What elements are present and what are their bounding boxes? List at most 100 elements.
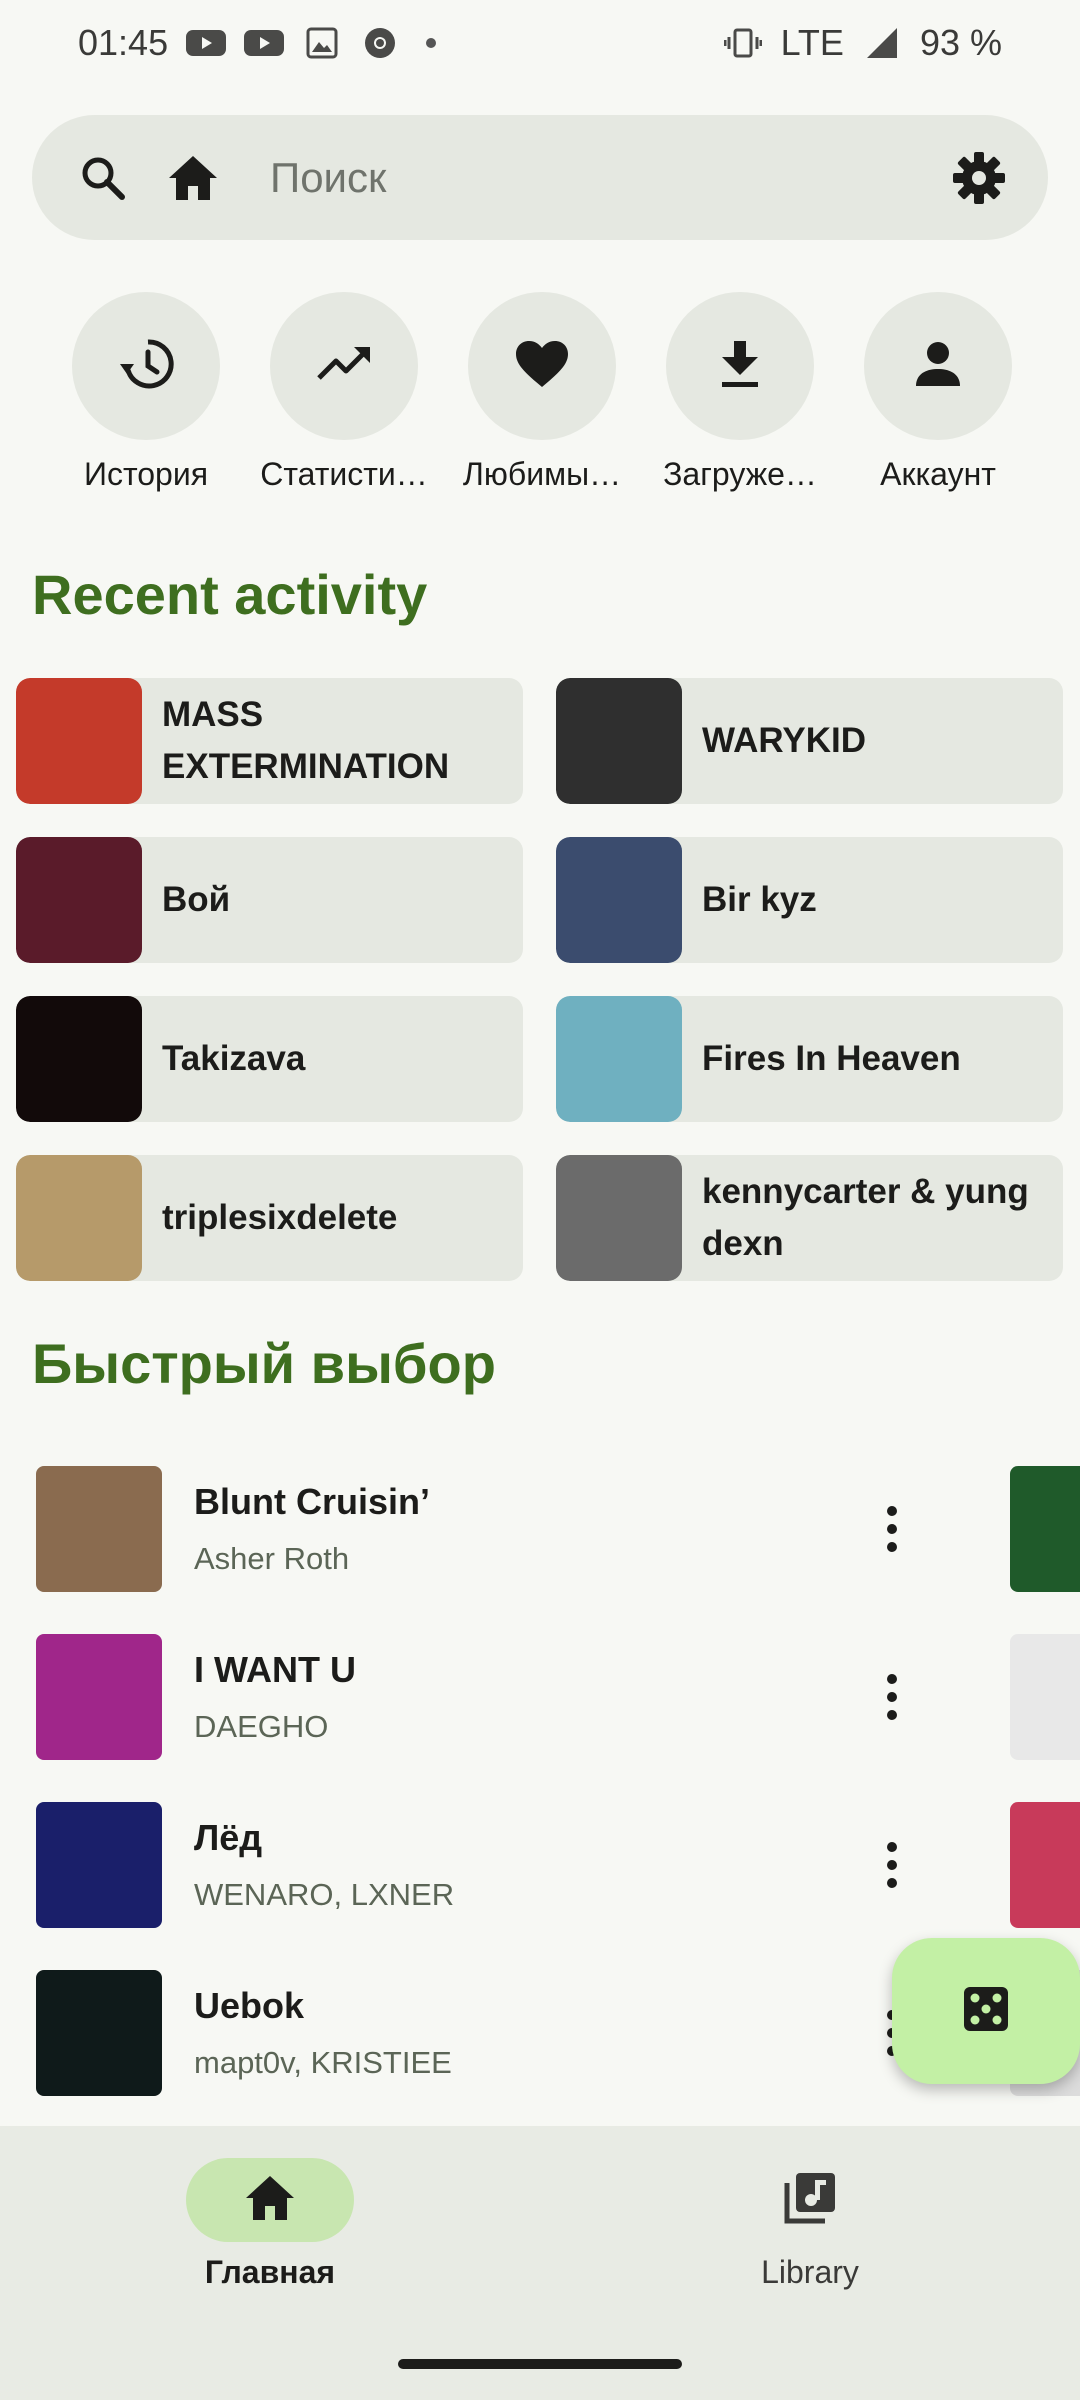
battery-level: 93 % [919, 22, 1002, 63]
album-thumbnail [16, 678, 142, 804]
quick-pick-title: Быстрый выбор [32, 1332, 496, 1395]
recent-card[interactable]: Takizava [16, 996, 523, 1122]
recent-card[interactable]: WARYKID [556, 678, 1063, 804]
track-artist: WENARO, LXNER [194, 1877, 455, 1912]
network-type: LTE [780, 22, 844, 63]
more-vert-icon[interactable] [868, 1833, 916, 1897]
track-title: I WANT U [194, 1649, 356, 1690]
shortcut-circle[interactable] [864, 292, 1012, 440]
settings-icon[interactable] [950, 149, 1008, 207]
nav-library-label: Library [761, 2254, 859, 2290]
track-meta: Uebok mapt0v, KRISTIEE [194, 1985, 834, 2081]
image-icon [302, 23, 342, 63]
track-title: Blunt Cruisin’ [194, 1481, 430, 1522]
status-right: LTE 93 % [723, 22, 1002, 64]
heart-icon [514, 339, 570, 394]
shortcut-label: Аккаунт [880, 456, 996, 492]
status-time: 01:45 [78, 22, 169, 63]
recent-card-title: MASS EXTERMINATION [162, 695, 450, 786]
album-thumbnail [16, 1155, 142, 1281]
recent-card-title: triplesixdelete [162, 1198, 398, 1237]
list-item[interactable]: Blunt Cruisin’ Asher Roth [36, 1445, 1080, 1613]
history-icon [118, 336, 174, 397]
recent-card-title: Bir kyz [702, 880, 817, 919]
library-music-icon [783, 2171, 837, 2230]
search-bar[interactable] [32, 115, 1048, 240]
shortcut-circle[interactable] [468, 292, 616, 440]
track-title: Uebok [194, 1985, 305, 2026]
album-cover [36, 1970, 162, 2096]
youtube-icon [186, 23, 227, 63]
trending-up-icon [316, 344, 372, 389]
more-vert-icon[interactable] [868, 1665, 916, 1729]
recent-card[interactable]: Fires In Heaven [556, 996, 1063, 1122]
next-column-cover[interactable] [1010, 1802, 1080, 1928]
album-thumbnail [556, 1155, 682, 1281]
status-bar: 01:45 LTE 93 % [0, 0, 1080, 86]
track-meta: Blunt Cruisin’ Asher Roth [194, 1481, 834, 1577]
album-thumbnail [556, 837, 682, 963]
shortcut-label: История [83, 456, 209, 492]
recent-card-title: Вой [162, 880, 231, 919]
chrome-icon [360, 23, 400, 63]
vibrate-icon [723, 23, 763, 63]
album-cover [36, 1466, 162, 1592]
home-icon [244, 2174, 296, 2227]
recent-card[interactable]: Вой [16, 837, 523, 963]
list-item[interactable]: Лёд WENARO, LXNER [36, 1781, 1080, 1949]
shortcut-circle[interactable] [72, 292, 220, 440]
shuffle-random-button[interactable] [892, 1938, 1080, 2084]
shortcut-circle[interactable] [270, 292, 418, 440]
album-thumbnail [16, 837, 142, 963]
youtube-icon [244, 23, 285, 63]
recent-card[interactable]: MASS EXTERMINATION [16, 678, 523, 804]
recent-card-title: WARYKID [702, 721, 866, 760]
next-column-cover[interactable] [1010, 1634, 1080, 1760]
album-cover [36, 1634, 162, 1760]
download-icon [718, 339, 762, 394]
notification-dot-icon [426, 38, 437, 48]
signal-icon [862, 23, 902, 63]
status-left: 01:45 [78, 22, 437, 64]
shortcut-label: Загруже… [663, 456, 817, 492]
nav-library-pill[interactable] [726, 2158, 894, 2242]
shortcut-row: История Статисти… Любимы… Загруже… Аккау… [0, 292, 1080, 493]
recent-card[interactable]: kennycarter & yung dexn [556, 1155, 1063, 1281]
shortcut-stats[interactable]: Статисти… [258, 292, 430, 493]
album-cover [36, 1802, 162, 1928]
track-title: Лёд [194, 1817, 263, 1858]
shortcut-history[interactable]: История [60, 292, 232, 493]
search-icon[interactable] [74, 149, 132, 207]
person-icon [914, 340, 962, 393]
recent-card-title: Takizava [162, 1039, 306, 1078]
more-vert-icon[interactable] [868, 1497, 916, 1561]
shortcut-account[interactable]: Аккаунт [852, 292, 1024, 493]
nav-home-pill[interactable] [186, 2158, 354, 2242]
recent-card-title: Fires In Heaven [702, 1039, 961, 1078]
shortcut-label: Статисти… [260, 456, 428, 492]
list-item[interactable]: I WANT U DAEGHO [36, 1613, 1080, 1781]
search-input[interactable] [270, 153, 950, 202]
next-column-cover[interactable] [1010, 1466, 1080, 1592]
shortcut-downloads[interactable]: Загруже… [654, 292, 826, 493]
recent-card[interactable]: Bir kyz [556, 837, 1063, 963]
recent-card[interactable]: triplesixdelete [16, 1155, 523, 1281]
album-thumbnail [16, 996, 142, 1122]
track-meta: I WANT U DAEGHO [194, 1649, 834, 1745]
recent-grid: MASS EXTERMINATION WARYKID Вой Bir kyz T… [16, 678, 1064, 1281]
track-meta: Лёд WENARO, LXNER [194, 1817, 834, 1913]
album-thumbnail [556, 996, 682, 1122]
track-artist: Asher Roth [194, 1541, 350, 1576]
dice-icon [962, 1985, 1010, 2038]
shortcut-circle[interactable] [666, 292, 814, 440]
nav-home-label: Главная [204, 2254, 336, 2290]
recent-card-title: kennycarter & yung dexn [702, 1172, 1029, 1263]
home-indicator [398, 2359, 682, 2369]
track-artist: DAEGHO [194, 1709, 329, 1744]
track-artist: mapt0v, KRISTIEE [194, 2045, 452, 2080]
album-thumbnail [556, 678, 682, 804]
recent-activity-title: Recent activity [32, 563, 428, 626]
shortcut-favorites[interactable]: Любимы… [456, 292, 628, 493]
shortcut-label: Любимы… [462, 456, 622, 492]
home-icon[interactable] [164, 149, 222, 207]
